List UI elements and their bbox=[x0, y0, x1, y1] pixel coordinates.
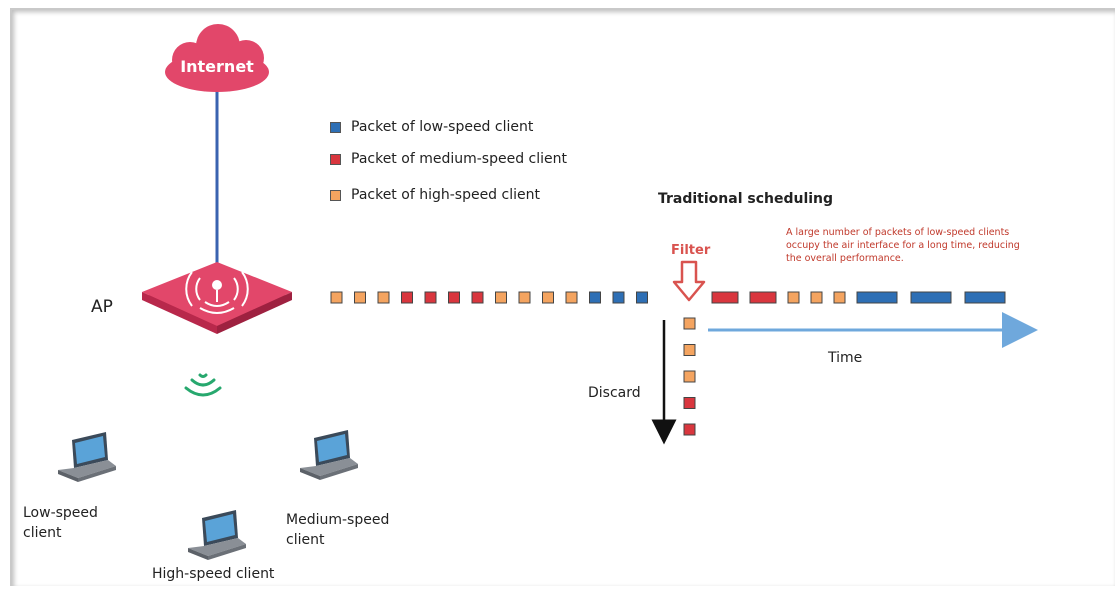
packet bbox=[471, 291, 484, 304]
time-label: Time bbox=[828, 350, 863, 366]
ap-label: AP bbox=[91, 297, 113, 317]
packet bbox=[565, 291, 578, 304]
low-speed-client-label: Low-speed client bbox=[23, 505, 98, 541]
legend-item: Packet of medium-speed client bbox=[330, 149, 567, 169]
packet bbox=[401, 291, 413, 304]
diagram-canvas bbox=[58, 24, 1038, 560]
legend-item: Packet of high-speed client bbox=[330, 185, 540, 205]
packet-queue-before-filter bbox=[330, 291, 648, 304]
packet bbox=[833, 291, 846, 304]
access-point-icon bbox=[142, 262, 292, 334]
discarded-packets bbox=[683, 317, 696, 436]
legend-swatch bbox=[330, 189, 341, 201]
legend-swatch bbox=[330, 153, 341, 165]
legend-label: Packet of high-speed client bbox=[351, 187, 540, 203]
wifi-signal-icon bbox=[184, 373, 222, 397]
packet bbox=[354, 291, 366, 304]
packet bbox=[542, 291, 554, 304]
scheduling-title: Traditional scheduling bbox=[658, 191, 834, 207]
filter-arrow-icon bbox=[672, 260, 706, 302]
packet bbox=[683, 317, 696, 330]
packet bbox=[683, 344, 696, 356]
filter-label: Filter bbox=[671, 243, 711, 258]
medium-speed-client-label: Medium-speed client bbox=[286, 512, 390, 548]
packet bbox=[518, 291, 531, 304]
discard-label: Discard bbox=[588, 385, 641, 401]
packet bbox=[856, 291, 898, 304]
packet-queue-after-filter bbox=[711, 291, 1006, 304]
packet bbox=[910, 291, 952, 304]
packet bbox=[787, 291, 800, 304]
legend-label: Packet of low-speed client bbox=[351, 119, 534, 135]
packet bbox=[589, 291, 601, 304]
high-speed-client-laptop-icon bbox=[188, 510, 246, 560]
packet bbox=[683, 423, 696, 436]
packet bbox=[749, 291, 777, 304]
legend-item: Packet of low-speed client bbox=[330, 117, 533, 137]
packet bbox=[495, 291, 507, 304]
packet bbox=[636, 291, 648, 304]
packet bbox=[683, 397, 696, 409]
high-speed-client-label: High-speed client bbox=[152, 566, 275, 582]
packet bbox=[448, 291, 460, 304]
packet bbox=[424, 291, 437, 304]
low-speed-client-laptop-icon bbox=[58, 432, 116, 482]
packet bbox=[683, 370, 696, 383]
packet bbox=[810, 291, 823, 304]
legend-swatch bbox=[330, 121, 341, 133]
packet bbox=[612, 291, 625, 304]
performance-note: A large number of packets of low-speed c… bbox=[786, 227, 1020, 264]
internet-label: Internet bbox=[180, 57, 254, 76]
medium-speed-client-laptop-icon bbox=[300, 430, 358, 480]
packet bbox=[711, 291, 739, 304]
packet bbox=[377, 291, 390, 304]
packet bbox=[964, 291, 1006, 304]
packet bbox=[330, 291, 343, 304]
legend-label: Packet of medium-speed client bbox=[351, 151, 567, 167]
